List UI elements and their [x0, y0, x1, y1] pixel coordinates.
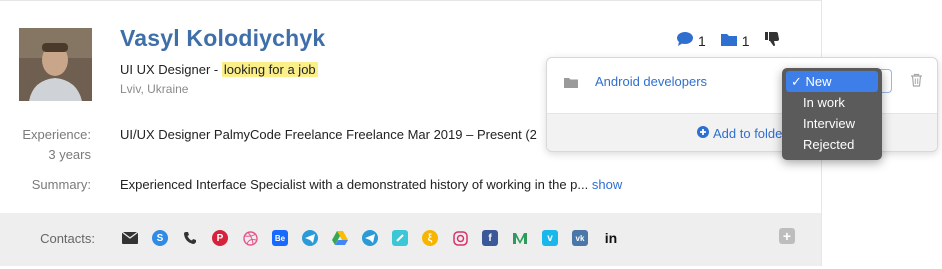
experience-value: UI/UX Designer PalmyCode Freelance Freel… [120, 127, 537, 142]
site-icon[interactable] [392, 230, 408, 246]
vimeo-icon[interactable]: v [542, 230, 558, 246]
dribbble-icon[interactable] [242, 230, 258, 246]
facebook-icon[interactable]: f [482, 230, 498, 246]
behance-icon[interactable]: Be [272, 230, 288, 246]
contacts-icons: S P Be ξ f v vk in [122, 226, 634, 250]
avatar[interactable] [19, 28, 92, 101]
skype-icon[interactable]: S [152, 230, 168, 246]
telegram-icon[interactable] [302, 230, 318, 246]
status-option-new[interactable]: ✓ New [786, 71, 878, 92]
vk-icon[interactable]: vk [572, 230, 588, 246]
candidate-name[interactable]: Vasyl Kolodiychyk [120, 25, 325, 52]
folder-icon [720, 32, 738, 50]
contacts-label: Contacts: [40, 231, 95, 246]
candidate-title: UI UX Designer - looking for a job [120, 62, 318, 77]
summary-text: Experienced Interface Specialist with a … [120, 177, 589, 192]
linkedin-icon[interactable]: in [602, 230, 620, 246]
comments-button[interactable]: 1 [676, 31, 706, 50]
add-to-folder-button[interactable]: Add to folde [697, 126, 782, 141]
folder-icon [564, 76, 578, 91]
summary-label: Summary: [31, 177, 91, 192]
checkmark-icon: ✓ [791, 74, 802, 89]
show-more-link[interactable]: show [592, 177, 622, 192]
phone-icon[interactable] [182, 230, 198, 246]
candidate-location: Lviv, Ukraine [120, 82, 189, 96]
experience-years: 3 years [48, 147, 91, 162]
dislike-button[interactable] [764, 31, 780, 50]
google-drive-icon[interactable] [332, 230, 348, 246]
option-label: New [805, 74, 832, 89]
summary-value: Experienced Interface Specialist with a … [120, 177, 622, 192]
coin-icon[interactable]: ξ [422, 230, 438, 246]
status-option-rejected[interactable]: Rejected [786, 134, 878, 155]
status-option-interview[interactable]: Interview [786, 113, 878, 134]
instagram-icon[interactable] [452, 230, 468, 246]
medium-icon[interactable] [512, 230, 528, 246]
thumbs-down-icon [764, 31, 780, 50]
plus-circle-icon [697, 126, 709, 141]
trash-icon[interactable] [910, 73, 923, 90]
comments-count: 1 [698, 32, 706, 49]
telegram-icon[interactable] [362, 230, 378, 246]
status-dropdown: ✓ New In work Interview Rejected [782, 68, 882, 160]
plus-icon: + [782, 228, 792, 244]
comment-icon [676, 31, 694, 50]
status-highlight: looking for a job [221, 62, 318, 77]
status-option-in-work[interactable]: In work [786, 92, 878, 113]
email-icon[interactable] [122, 230, 138, 246]
role-text: UI UX Designer - [120, 62, 219, 77]
folder-name-link[interactable]: Android developers [595, 74, 707, 89]
folders-count: 1 [741, 32, 750, 49]
add-contact-button[interactable]: + [779, 228, 795, 244]
folders-button[interactable]: 1 [720, 32, 750, 50]
pinterest-icon[interactable]: P [212, 230, 228, 246]
card-actions: 1 1 [676, 31, 794, 50]
experience-label: Experience: [22, 127, 91, 142]
add-to-folder-label: Add to folde [713, 126, 783, 141]
